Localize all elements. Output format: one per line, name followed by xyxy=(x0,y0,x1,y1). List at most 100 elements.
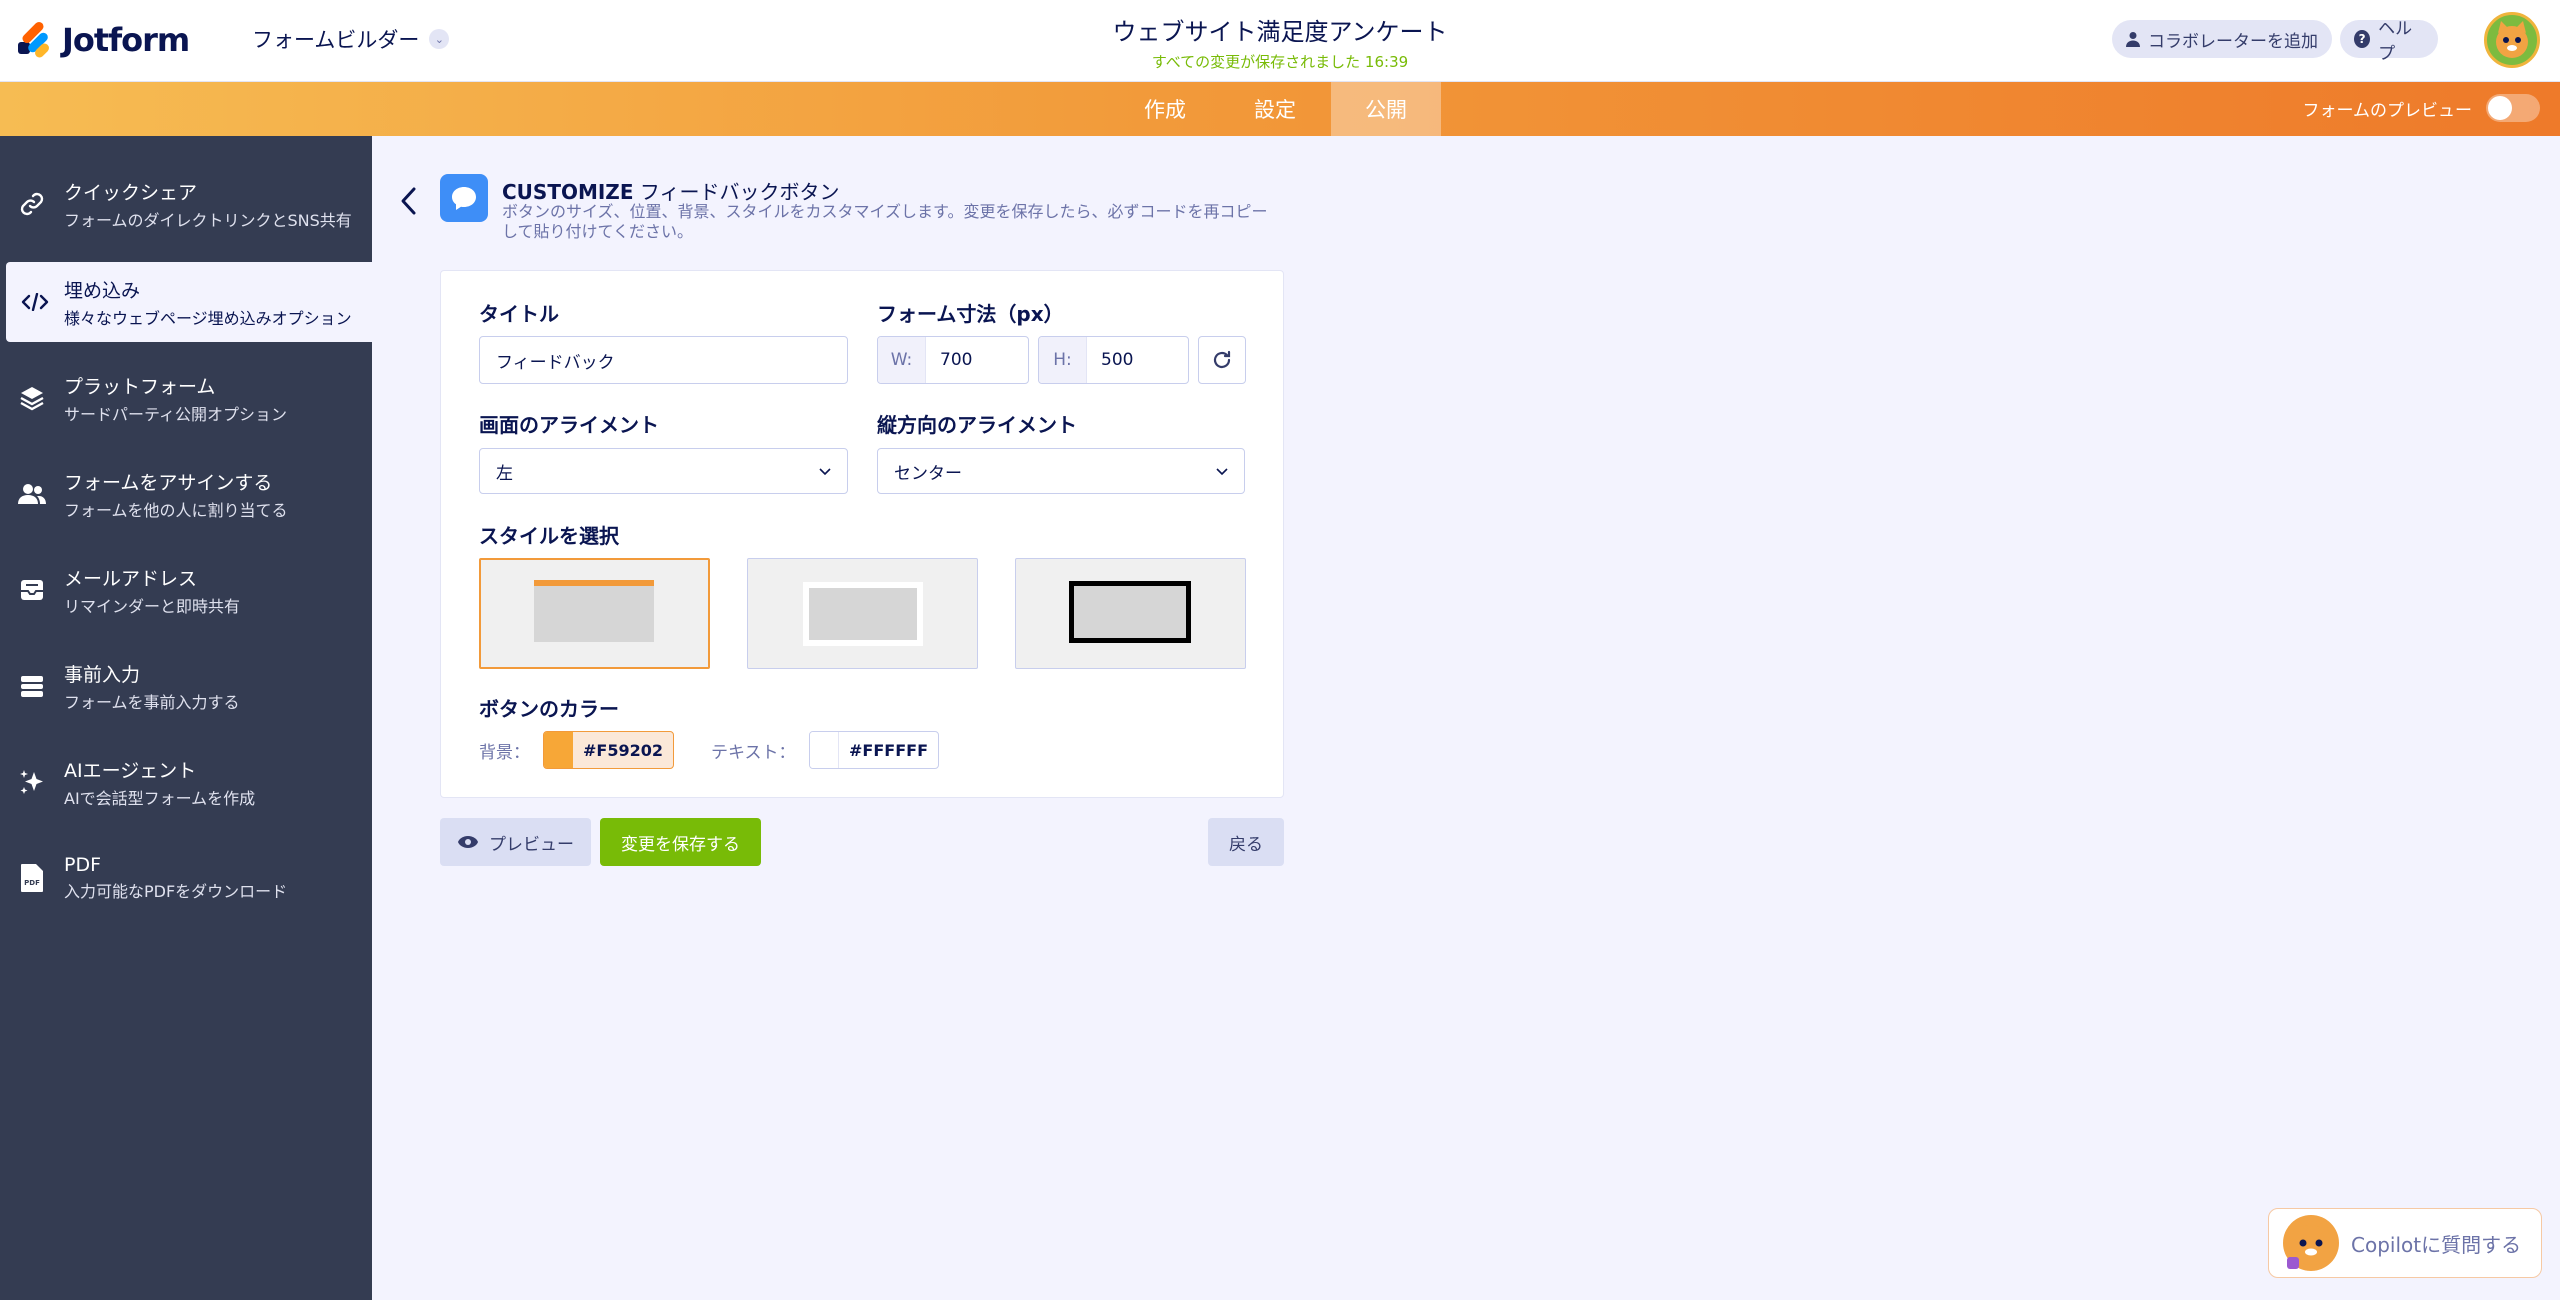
preview-switch[interactable] xyxy=(2486,94,2540,122)
layers-icon xyxy=(0,385,64,411)
code-icon xyxy=(6,293,64,311)
users-icon xyxy=(0,482,64,506)
save-changes-label: 変更を保存する xyxy=(621,834,740,855)
switch-knob xyxy=(2488,96,2512,120)
copilot-label: Copilotに質問する xyxy=(2351,1232,2522,1257)
list-icon xyxy=(0,673,64,699)
style-option-top-bar[interactable] xyxy=(479,558,710,669)
height-field[interactable]: H: 500 xyxy=(1038,336,1189,384)
user-avatar[interactable] xyxy=(2484,12,2540,68)
preview-button[interactable]: プレビュー xyxy=(440,818,591,866)
text-color-hex[interactable]: #FFFFFF xyxy=(839,741,938,760)
publish-navbar: 作成 設定 公開 フォームのプレビュー xyxy=(0,82,2560,136)
vertical-alignment-select[interactable]: センター xyxy=(877,448,1245,494)
style-preview xyxy=(809,588,917,640)
sidebar-item-sub: リマインダーと即時共有 xyxy=(64,596,241,616)
sparkle-icon xyxy=(0,768,64,796)
text-color-swatch xyxy=(810,732,840,768)
sidebar-item-label: 事前入力 xyxy=(64,663,141,686)
sidebar-item-label: PDF xyxy=(64,854,102,876)
style-accent-bar xyxy=(534,580,654,586)
back-arrow-icon[interactable] xyxy=(396,184,424,222)
customize-description: ボタンのサイズ、位置、背景、スタイルをカスタマイズします。変更を保存したら、必ず… xyxy=(502,202,1268,241)
tab-settings[interactable]: 設定 xyxy=(1220,82,1330,136)
sidebar-item-label: フォームをアサインする xyxy=(64,471,273,494)
style-select-label: スタイルを選択 xyxy=(479,524,619,548)
screen-alignment-label: 画面のアライメント xyxy=(479,413,659,437)
customize-title-rest: フィードバックボタン xyxy=(633,180,840,204)
style-preview xyxy=(534,582,654,642)
width-field[interactable]: W: 700 xyxy=(877,336,1029,384)
tab-build[interactable]: 作成 xyxy=(1110,82,1220,136)
customize-title-bold: CUSTOMIZE xyxy=(502,180,634,204)
sidebar-item-sub: 入力可能なPDFをダウンロード xyxy=(64,882,288,901)
reset-size-button[interactable] xyxy=(1198,336,1246,384)
help-button[interactable]: ? ヘルプ xyxy=(2340,19,2438,64)
form-size-label: フォーム寸法（px） xyxy=(877,302,1064,326)
text-color-picker[interactable]: #FFFFFF xyxy=(809,731,939,769)
publish-sidebar: クイックシェア フォームのダイレクトリンクとSNS共有 埋め込み 様々なウェブペ… xyxy=(0,136,372,1300)
help-label: ヘルプ xyxy=(2378,19,2413,64)
help-icon: ? xyxy=(2354,30,2371,48)
style-preview xyxy=(1074,586,1186,638)
style-option-black-border[interactable] xyxy=(1015,558,1246,669)
copilot-button[interactable]: Copilotに質問する xyxy=(2268,1208,2542,1278)
background-color-hex[interactable]: #F59202 xyxy=(573,741,673,760)
top-header: Jotform フォームビルダー ⌄ ウェブサイト満足度アンケート すべての変更… xyxy=(0,0,2560,82)
sidebar-item-sub: フォームを他の人に割り当てる xyxy=(64,500,288,520)
back-button-label: 戻る xyxy=(1229,834,1263,855)
refresh-icon xyxy=(1213,350,1231,369)
vertical-alignment-label: 縦方向のアライメント xyxy=(877,413,1077,437)
background-color-picker[interactable]: #F59202 xyxy=(543,731,674,769)
preview-button-label: プレビュー xyxy=(489,834,574,855)
sidebar-item-sub: 様々なウェブページ埋め込みオプション xyxy=(64,308,352,328)
customize-title: CUSTOMIZE フィードバックボタン xyxy=(502,176,839,205)
form-preview-toggle[interactable]: フォームのプレビュー xyxy=(2302,94,2540,122)
chevron-down-icon xyxy=(819,461,831,481)
background-color-swatch xyxy=(544,732,573,768)
title-input[interactable]: フィードバック xyxy=(479,336,848,384)
form-preview-label: フォームのプレビュー xyxy=(2302,100,2473,121)
inbox-icon xyxy=(0,577,64,603)
width-prefix: W: xyxy=(878,337,926,383)
screen-alignment-select[interactable]: 左 xyxy=(479,448,848,494)
background-color-label: 背景： xyxy=(479,743,530,763)
sidebar-item-embed[interactable]: 埋め込み 様々なウェブページ埋め込みオプション xyxy=(6,262,372,342)
save-changes-button[interactable]: 変更を保存する xyxy=(600,818,761,866)
pdf-icon: PDF xyxy=(0,863,64,893)
sidebar-item-sub: フォームを事前入力する xyxy=(64,692,240,712)
sidebar-item-sub: AIで会話型フォームを作成 xyxy=(64,788,256,808)
sidebar-item-ai-agent[interactable]: AIエージェント AIで会話型フォームを作成 xyxy=(0,742,372,822)
sidebar-item-pdf[interactable]: PDF PDF 入力可能なPDFをダウンロード xyxy=(0,838,372,918)
add-collaborator-button[interactable]: コラボレーターを追加 xyxy=(2112,20,2332,58)
text-color-label: テキスト： xyxy=(711,743,796,763)
sidebar-item-sub: サードパーティ公開オプション xyxy=(64,404,288,424)
back-button[interactable]: 戻る xyxy=(1208,818,1284,866)
height-input[interactable]: 500 xyxy=(1087,337,1188,383)
sidebar-item-email[interactable]: メールアドレス リマインダーと即時共有 xyxy=(0,550,372,630)
sidebar-item-sub: フォームのダイレクトリンクとSNS共有 xyxy=(64,210,352,230)
tab-publish[interactable]: 公開 xyxy=(1331,82,1441,136)
sidebar-item-label: 埋め込み xyxy=(64,279,141,302)
copilot-cat-icon xyxy=(2283,1215,2339,1271)
svg-text:PDF: PDF xyxy=(24,879,40,887)
sidebar-item-label: メールアドレス xyxy=(64,567,198,590)
sidebar-item-platform[interactable]: プラットフォーム サードパーティ公開オプション xyxy=(0,358,372,438)
user-icon xyxy=(2126,32,2140,47)
title-label: タイトル xyxy=(479,302,559,326)
sidebar-item-label: クイックシェア xyxy=(64,181,198,204)
add-collaborator-label: コラボレーターを追加 xyxy=(2148,31,2318,52)
height-prefix: H: xyxy=(1039,337,1087,383)
feedback-chat-icon xyxy=(440,174,488,222)
style-option-white-border[interactable] xyxy=(747,558,978,669)
sidebar-item-label: プラットフォーム xyxy=(64,375,216,398)
vertical-alignment-value: センター xyxy=(894,463,962,484)
width-input[interactable]: 700 xyxy=(926,337,1028,383)
sidebar-item-quick-share[interactable]: クイックシェア フォームのダイレクトリンクとSNS共有 xyxy=(0,164,372,244)
link-icon xyxy=(0,191,64,217)
sidebar-item-assign-form[interactable]: フォームをアサインする フォームを他の人に割り当てる xyxy=(0,454,372,534)
avatar-image xyxy=(2496,21,2528,58)
screen-alignment-value: 左 xyxy=(496,463,513,484)
button-color-label: ボタンのカラー xyxy=(479,697,619,721)
sidebar-item-prefill[interactable]: 事前入力 フォームを事前入力する xyxy=(0,646,372,726)
